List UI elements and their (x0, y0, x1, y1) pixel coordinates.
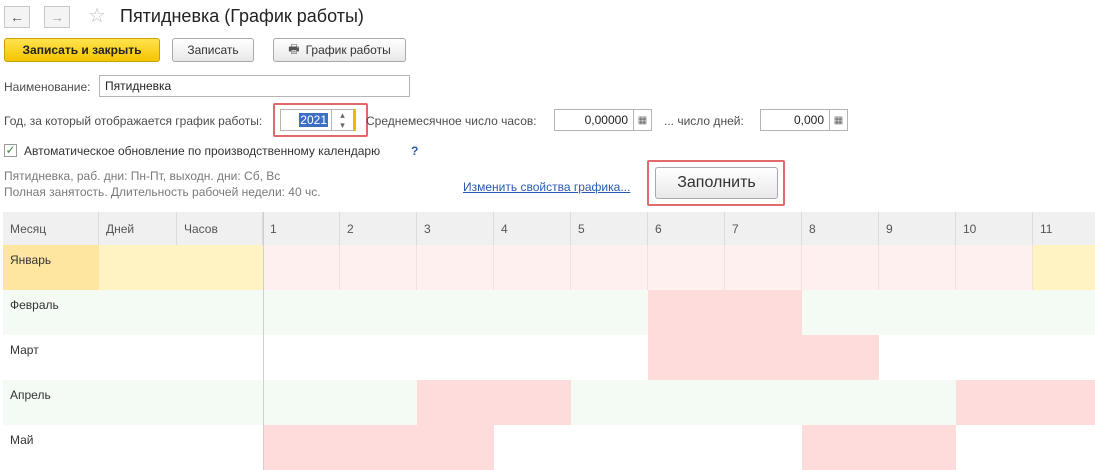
day-cell-weekend[interactable] (417, 425, 494, 470)
day-cell-weekend[interactable] (1033, 380, 1095, 425)
column-header-9[interactable]: 7 (725, 212, 802, 245)
help-icon[interactable]: ? (411, 144, 418, 158)
avg-hours-input[interactable]: 0,00000 (554, 109, 634, 131)
day-cell-weekend[interactable] (571, 245, 648, 290)
column-header-5[interactable]: 3 (417, 212, 494, 245)
arrow-right-icon: → (50, 9, 64, 25)
column-header-4[interactable]: 2 (340, 212, 417, 245)
favorite-star-icon[interactable]: ☆ (88, 3, 106, 28)
day-cell-weekend[interactable] (725, 245, 802, 290)
schedule-print-label: График работы (305, 43, 391, 57)
printer-icon: 🖶 (288, 41, 300, 56)
auto-update-checkbox[interactable]: ✓ (4, 144, 17, 157)
day-cell-weekend[interactable] (263, 425, 340, 470)
month-label: Январь (10, 253, 52, 267)
day-cell-weekend[interactable] (648, 290, 725, 335)
save-button[interactable]: Записать (172, 38, 254, 62)
day-cell-weekend[interactable] (340, 425, 417, 470)
column-header-13[interactable]: 11 (1033, 212, 1095, 245)
days-input[interactable]: 0,000 (760, 109, 830, 131)
schedule-description-line2: Полная занятость. Длительность рабочей н… (4, 185, 321, 199)
avg-hours-label: Среднемесячное число часов: (366, 114, 537, 128)
column-header-3[interactable]: 1 (263, 212, 340, 245)
day-cell-weekend[interactable] (648, 335, 725, 380)
save-and-close-button[interactable]: Записать и закрыть (4, 38, 160, 62)
day-cell-weekend[interactable] (648, 245, 725, 290)
day-cell-weekend[interactable] (725, 290, 802, 335)
day-cell-weekend[interactable] (802, 245, 879, 290)
day-cell-weekend[interactable] (802, 335, 879, 380)
day-cell-weekend[interactable] (725, 335, 802, 380)
column-header-12[interactable]: 10 (956, 212, 1033, 245)
month-label: Май (10, 433, 34, 447)
column-header-6[interactable]: 4 (494, 212, 571, 245)
day-cell-weekend[interactable] (340, 245, 417, 290)
back-button[interactable]: ← (4, 6, 30, 28)
avg-hours-calculator-icon[interactable]: ▦ (634, 109, 652, 131)
day-cell-weekend[interactable] (263, 245, 340, 290)
day-cell-weekend[interactable] (494, 380, 571, 425)
day-cell-weekend[interactable] (956, 245, 1033, 290)
day-cell-weekend[interactable] (879, 245, 956, 290)
month-label: Апрель (10, 388, 51, 402)
column-header-2[interactable]: Часов (177, 212, 263, 245)
column-divider (263, 212, 264, 470)
day-cell-weekend[interactable] (802, 425, 879, 470)
month-label: Февраль (10, 298, 59, 312)
column-header-7[interactable]: 5 (571, 212, 648, 245)
days-label: ... число дней: (664, 114, 744, 128)
day-cell-weekend[interactable] (494, 245, 571, 290)
column-header-10[interactable]: 8 (802, 212, 879, 245)
day-cell-weekend[interactable] (417, 380, 494, 425)
day-cell-weekend[interactable] (879, 425, 956, 470)
year-highlight-frame (273, 103, 368, 137)
table-row[interactable] (3, 290, 1095, 335)
days-calculator-icon[interactable]: ▦ (830, 109, 848, 131)
fill-button[interactable]: Заполнить (655, 167, 778, 199)
forward-button[interactable]: → (44, 6, 70, 28)
day-cell-weekend[interactable] (956, 380, 1033, 425)
arrow-left-icon: ← (10, 9, 24, 25)
auto-update-label[interactable]: Автоматическое обновление по производств… (24, 144, 380, 158)
table-row[interactable] (3, 335, 1095, 380)
change-schedule-properties-link[interactable]: Изменить свойства графика... (463, 180, 630, 194)
name-input[interactable]: Пятидневка (99, 75, 410, 97)
column-header-0[interactable]: Месяц (3, 212, 99, 245)
day-cell-weekend[interactable] (417, 245, 494, 290)
schedule-print-button[interactable]: 🖶 График работы (273, 38, 406, 62)
schedule-description-line1: Пятидневка, раб. дни: Пн-Пт, выходн. дни… (4, 169, 281, 183)
column-header-11[interactable]: 9 (879, 212, 956, 245)
name-label: Наименование: (4, 80, 91, 94)
year-label: Год, за который отображается график рабо… (4, 114, 263, 128)
window-title: Пятидневка (График работы) (120, 6, 364, 26)
column-header-8[interactable]: 6 (648, 212, 725, 245)
month-label: Март (10, 343, 39, 357)
column-header-1[interactable]: Дней (99, 212, 177, 245)
